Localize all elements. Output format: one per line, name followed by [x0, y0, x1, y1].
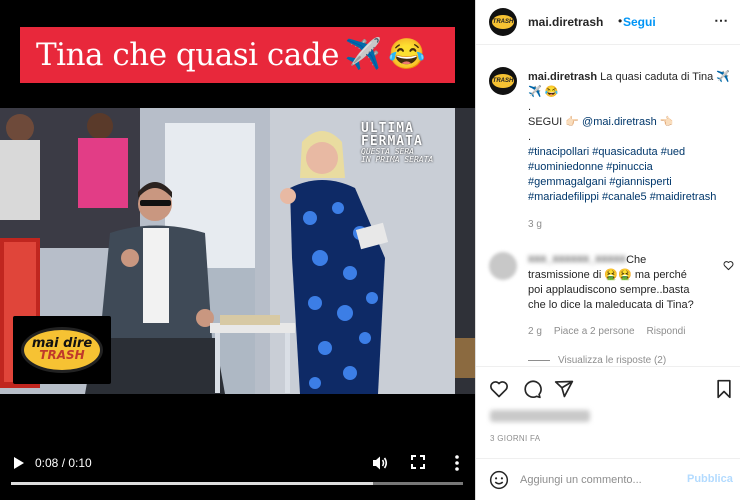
follow-button[interactable]: Segui [623, 15, 656, 29]
post-caption: mai.diretrash La quasi caduta di Tina ✈️… [528, 70, 733, 205]
share-icon[interactable] [554, 379, 574, 399]
comment-reply-button[interactable]: Rispondi [647, 326, 686, 337]
like-heart-icon[interactable] [489, 379, 509, 399]
video-frame: ULTIMA FERMATA QUESTA SERA IN PRIMA SERA… [0, 108, 475, 394]
video-player[interactable]: Tina che quasi cade ✈️ 😂 ULTIMA FERMATA … [0, 0, 475, 500]
caption-time: 3 g [528, 219, 542, 230]
logo-line-2: TRASH [39, 348, 85, 363]
post-side-panel: TRASH mai.diretrash • Segui ⋯ TRASH mai.… [475, 0, 740, 500]
more-options-icon[interactable]: ⋯ [714, 12, 729, 29]
comment-avatar[interactable] [489, 252, 517, 280]
fullscreen-icon[interactable] [411, 455, 425, 469]
comment-like-heart-icon[interactable] [723, 260, 734, 271]
mai-dire-trash-logo: mai dire TRASH [13, 316, 111, 384]
post-date: 3 GIORNI FA [490, 434, 541, 443]
volume-icon[interactable] [372, 455, 388, 471]
laughing-emoji: 😂 [388, 38, 426, 71]
video-more-options-icon[interactable] [450, 454, 464, 472]
comment-time: 2 g [528, 326, 542, 337]
video-controls: 0:08 / 0:10 [0, 444, 475, 500]
ultima-fermata-overlay: ULTIMA FERMATA QUESTA SERA IN PRIMA SERA… [361, 122, 443, 182]
comment-meta: 2 g Piace a 2 persone Rispondi [528, 326, 685, 337]
caption-username[interactable]: mai.diretrash [528, 71, 597, 83]
play-icon[interactable] [11, 456, 25, 470]
view-replies-line [528, 359, 550, 361]
caption-segui: SEGUI 👉🏻 [528, 116, 579, 128]
caption-mention-end: 👈🏻 [659, 116, 674, 128]
add-comment-bar: Pubblica [476, 458, 740, 500]
save-bookmark-icon[interactable] [714, 379, 734, 399]
view-replies-label: Visualizza le risposte (2) [558, 354, 667, 366]
view-replies-link[interactable]: Visualizza le risposte (2) [528, 354, 666, 366]
caption-hashtags[interactable]: #tinacipollari #quasicaduta #ued #uomini… [528, 145, 733, 205]
publish-button[interactable]: Pubblica [687, 473, 733, 485]
video-progress-bar[interactable] [11, 482, 463, 485]
caption-mention-link[interactable]: @mai.diretrash [582, 116, 657, 128]
caption-dot-2: . [528, 131, 532, 143]
post-actions [476, 366, 740, 410]
comment-likes[interactable]: Piace a 2 persone [554, 326, 635, 337]
caption-avatar[interactable]: TRASH [489, 67, 517, 95]
post-header: TRASH mai.diretrash • Segui ⋯ [476, 0, 740, 45]
comment-username-spacer [528, 253, 623, 263]
caption-dot-1: . [528, 101, 532, 113]
airplane-emoji: ✈️ [344, 38, 383, 71]
comment-text: Che trasmissione di 🤮🤮 ma perché poi app… [528, 253, 696, 313]
header-username[interactable]: mai.diretrash [528, 15, 603, 29]
banner-text: Tina che quasi cade [36, 37, 339, 73]
overlay-line-4: IN PRIMA SERATA [361, 155, 434, 164]
avatar[interactable]: TRASH [489, 8, 517, 36]
video-title-banner: Tina che quasi cade ✈️ 😂 [20, 27, 455, 83]
video-time: 0:08 / 0:10 [35, 456, 92, 470]
likes-count-blurred[interactable] [490, 410, 590, 422]
emoji-icon[interactable] [489, 470, 509, 490]
header-separator: • [618, 14, 623, 28]
comment-input[interactable] [520, 470, 670, 490]
comment-icon[interactable] [522, 379, 542, 399]
video-progress-fill [11, 482, 373, 485]
